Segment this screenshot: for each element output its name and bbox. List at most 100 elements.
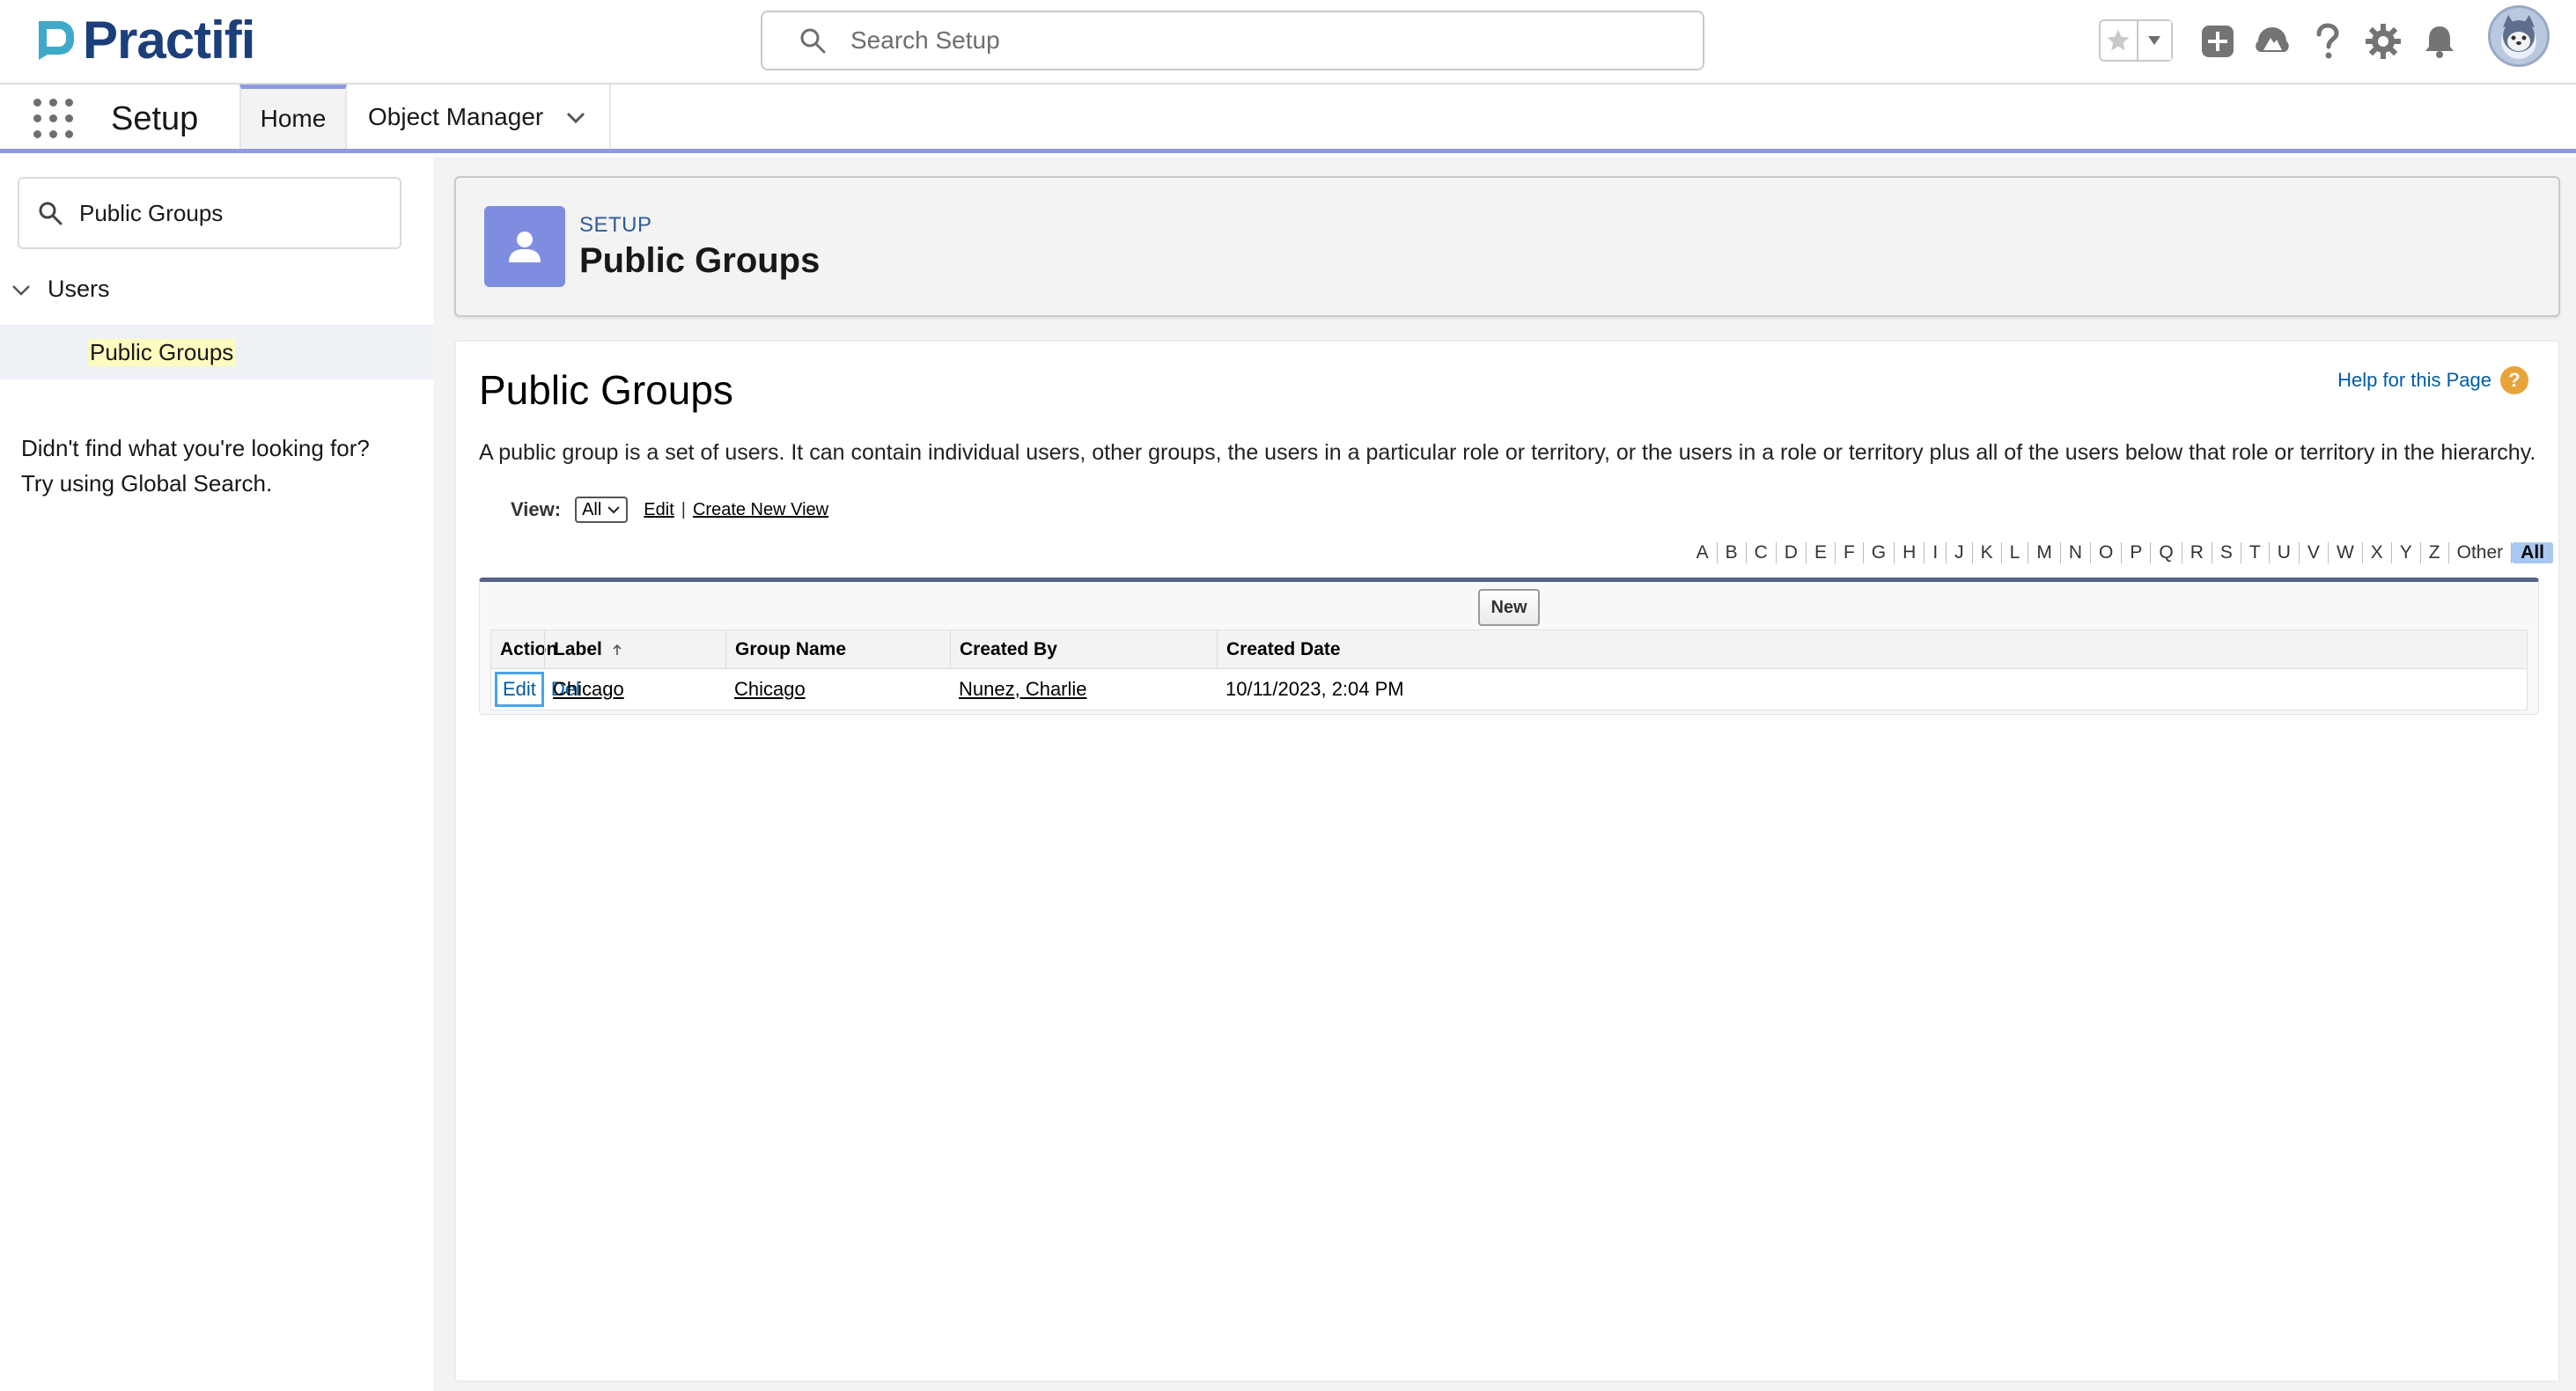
page-title: Public Groups: [579, 241, 821, 280]
column-header-created-date[interactable]: Created Date: [1217, 630, 2528, 669]
table-row: Edit Del Chicago Chicago Nunez, Charlie …: [491, 669, 2527, 710]
app-nav-bar: Setup Home Object Manager: [0, 85, 2576, 153]
tab-home-label: Home: [260, 105, 327, 132]
view-label: View:: [511, 498, 562, 520]
search-icon: [800, 28, 826, 54]
column-header-action: Action: [500, 639, 558, 659]
column-header-label[interactable]: Label: [544, 630, 725, 669]
alpha-filter-g[interactable]: G: [1864, 542, 1895, 563]
alpha-filter-h[interactable]: H: [1895, 542, 1925, 563]
app-launcher-icon[interactable]: [33, 99, 74, 139]
label-link[interactable]: Chicago: [553, 678, 624, 701]
alpha-filter-f[interactable]: F: [1836, 542, 1864, 563]
page-eyebrow: SETUP: [579, 213, 652, 237]
group-name-link[interactable]: Chicago: [734, 678, 806, 701]
alpha-filter-z[interactable]: Z: [2421, 542, 2449, 563]
edit-view-link[interactable]: Edit: [644, 500, 673, 520]
alpha-filter-k[interactable]: K: [1973, 542, 2002, 563]
not-found-line-1: Didn't find what you're looking for?: [21, 435, 370, 461]
tree-item-label: Public Groups: [88, 338, 236, 366]
practifi-logo-icon: [39, 21, 74, 60]
alpha-filter-p[interactable]: P: [2122, 542, 2152, 563]
not-found-message: Didn't find what you're looking for? Try…: [21, 431, 426, 501]
alpha-filter-l[interactable]: L: [2002, 542, 2029, 563]
favorites-dropdown-icon[interactable]: [2138, 21, 2171, 60]
alpha-filter-a[interactable]: A: [1689, 542, 1718, 563]
global-header: Practifi: [0, 0, 2576, 85]
alpha-filter-all[interactable]: All: [2512, 542, 2553, 563]
sort-ascending-icon: [613, 644, 622, 655]
view-select[interactable]: All: [575, 497, 629, 523]
alpha-filter-v[interactable]: V: [2300, 542, 2329, 563]
setup-gear-icon[interactable]: [2363, 21, 2403, 62]
page-description: A public group is a set of users. It can…: [479, 440, 2536, 465]
tab-home[interactable]: Home: [239, 85, 347, 149]
quick-find-input[interactable]: [79, 199, 396, 227]
tab-object-manager-label: Object Manager: [368, 102, 544, 130]
help-question-icon[interactable]: ?: [2500, 366, 2528, 394]
brand-name: Practifi: [83, 10, 255, 70]
search-setup-input[interactable]: [850, 26, 1643, 55]
alpha-filter-c[interactable]: C: [1747, 542, 1777, 563]
tab-object-manager[interactable]: Object Manager: [347, 85, 611, 149]
alpha-filter-b[interactable]: B: [1718, 542, 1747, 563]
cell-created-by: Nunez, Charlie: [950, 669, 1087, 710]
column-header-group-name[interactable]: Group Name: [725, 630, 950, 669]
alpha-filter-n[interactable]: N: [2061, 542, 2092, 563]
new-button[interactable]: New: [1478, 589, 1540, 626]
cell-created-date: 10/11/2023, 2:04 PM: [1225, 678, 1404, 700]
groups-table: Action Label Group Name Created By Creat…: [490, 629, 2528, 710]
tree-item-public-groups[interactable]: Public Groups: [0, 325, 433, 379]
alpha-filter-x[interactable]: X: [2363, 542, 2392, 563]
trailhead-icon[interactable]: [2252, 21, 2293, 62]
page-header: SETUP Public Groups: [454, 176, 2560, 317]
cell-label: Chicago: [544, 669, 624, 710]
chevron-down-icon[interactable]: [11, 279, 32, 300]
help-link[interactable]: Help for this Page ?: [2337, 366, 2528, 394]
help-icon[interactable]: [2307, 21, 2347, 62]
user-icon: [484, 206, 565, 287]
created-by-link[interactable]: Nunez, Charlie: [959, 678, 1087, 701]
create-new-view-link[interactable]: Create New View: [693, 500, 828, 520]
alpha-filter-other[interactable]: Other: [2449, 542, 2513, 563]
favorites-control[interactable]: [2099, 19, 2173, 62]
alpha-filter-i[interactable]: I: [1925, 542, 1947, 563]
add-icon[interactable]: [2197, 21, 2238, 62]
alpha-filter-y[interactable]: Y: [2392, 542, 2421, 563]
alpha-filter-t[interactable]: T: [2241, 542, 2270, 563]
view-link-separator: |: [681, 499, 686, 519]
content-panel: Public Groups Help for this Page ? A pub…: [454, 340, 2560, 1382]
help-link-label[interactable]: Help for this Page: [2337, 369, 2491, 392]
quick-find-box[interactable]: [18, 177, 401, 249]
app-name: Setup: [111, 100, 199, 137]
user-avatar[interactable]: [2488, 5, 2550, 67]
notifications-bell-icon[interactable]: [2419, 21, 2460, 62]
alpha-filter-o[interactable]: O: [2091, 542, 2123, 563]
cell-group-name: Chicago: [725, 669, 806, 710]
column-header-label-text: Label: [554, 639, 602, 659]
alpha-filter-d[interactable]: D: [1777, 542, 1807, 563]
alpha-filter-u[interactable]: U: [2270, 542, 2300, 563]
setup-sidebar: Users Public Groups Didn't find what you…: [0, 158, 433, 1391]
row-edit-link[interactable]: Edit: [495, 672, 544, 707]
practifi-logo[interactable]: Practifi: [33, 10, 255, 70]
favorites-star-icon[interactable]: [2101, 21, 2138, 60]
content-title: Public Groups: [479, 367, 733, 413]
alpha-filter-m[interactable]: M: [2028, 542, 2061, 563]
alpha-filter-q[interactable]: Q: [2151, 542, 2182, 563]
chevron-down-icon[interactable]: [564, 106, 587, 129]
chevron-down-icon: [607, 506, 621, 514]
tree-section-label: Users: [48, 276, 110, 302]
global-search[interactable]: [761, 11, 1704, 70]
alpha-filter-s[interactable]: S: [2212, 542, 2241, 563]
view-selector-row: View: All Edit | Create New View: [511, 497, 828, 523]
alpha-filter-e[interactable]: E: [1807, 542, 1836, 563]
search-icon: [39, 202, 63, 225]
table-header: Action Label Group Name Created By Creat…: [491, 630, 2527, 669]
alphabet-filter: A B C D E F G H I J K L M N O P Q R S T U V W X Y Z Other All: [1689, 542, 2553, 563]
alpha-filter-r[interactable]: R: [2182, 542, 2212, 563]
alpha-filter-j[interactable]: J: [1947, 542, 1973, 563]
column-header-created-by[interactable]: Created By: [950, 630, 1217, 669]
alpha-filter-w[interactable]: W: [2329, 542, 2363, 563]
tree-section-users[interactable]: Users: [11, 276, 110, 303]
